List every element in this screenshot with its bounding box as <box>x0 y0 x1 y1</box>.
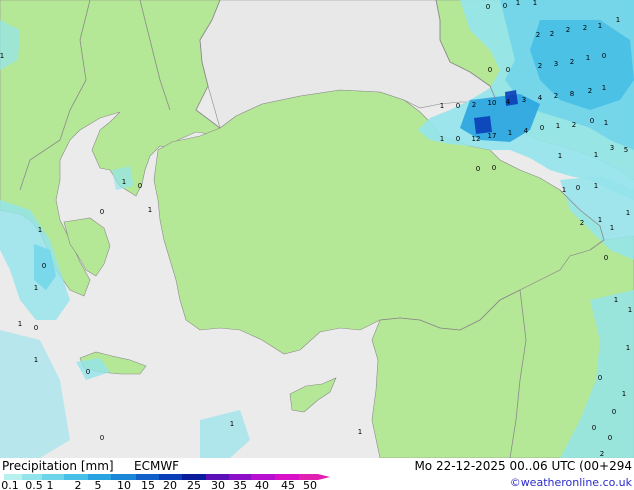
precip-value-label: 4 <box>538 94 543 102</box>
precip-value-label: 0 <box>604 254 608 262</box>
map-canvas: 0 0 1 12 2 2 2 112 3 2 1 00 01 0 2 10 4 3 4 2 8 2 11012 17 1 4 0 1 2… <box>0 0 634 490</box>
precip-value-label: 1 <box>602 84 606 92</box>
precip-value-label: 4 <box>524 127 529 135</box>
precip-value-label: 0 <box>488 66 492 74</box>
precip-value-label: 1 <box>558 152 562 160</box>
precip-value-label: 3 <box>522 96 526 104</box>
precip-value-label: 1 <box>614 296 618 304</box>
precip-value-label: 1 <box>516 0 520 7</box>
precip-value-label: 1 <box>34 284 38 292</box>
precip-value-label: 1 <box>230 420 234 428</box>
precip-value-label: 0 <box>100 208 104 216</box>
legend-tick-label: 40 <box>255 479 269 490</box>
precip-value-label: 1 <box>556 122 560 130</box>
legend-tick-label: 45 <box>281 479 295 490</box>
legend-tick-label: 50 <box>303 479 317 490</box>
precip-value-label: 2 <box>570 58 574 66</box>
precip-value-label: 1 <box>38 226 42 234</box>
precip-value-label: 1 <box>0 52 4 60</box>
precip-value-label: 0 <box>456 102 460 110</box>
precip-value-label: 0 <box>576 184 580 192</box>
precip-value-label: 1 <box>148 206 152 214</box>
precip-value-label: 2 <box>554 92 558 100</box>
precip-value-label: 0 <box>612 408 616 416</box>
precip-value-label: 1 <box>586 54 590 62</box>
legend-tick-label: 0.5 <box>25 479 43 490</box>
precip-value-label: 0 <box>598 374 602 382</box>
precip-value-label: 0 <box>602 52 606 60</box>
precip-value-label: 2 <box>566 26 570 34</box>
precip-value-label: 1 <box>34 356 38 364</box>
precip-value-label: 1 <box>18 320 22 328</box>
precip-value-label: 2 <box>600 450 604 458</box>
precip-value-label: 0 <box>540 124 544 132</box>
precip-value-label: 1 <box>508 129 512 137</box>
precip-value-label: 2 <box>538 62 542 70</box>
precip-value-label: 1 <box>616 16 620 24</box>
precip-value-label: 2 <box>536 31 540 39</box>
precip-value-label: 0 <box>592 424 596 432</box>
precip-value-label: 2 <box>572 121 576 129</box>
precip-value-label: 1 <box>594 151 598 159</box>
precip-value-label: 2 <box>550 30 554 38</box>
precip-value-label: 0 <box>503 2 507 10</box>
precip-value-label: 0 <box>86 368 90 376</box>
precip-value-label: 1 <box>598 22 602 30</box>
precip-value-label: 1 <box>562 186 566 194</box>
valid-time: Mo 22-12-2025 00..06 UTC (00+294 <box>414 459 632 473</box>
legend-tick-label: 15 <box>141 479 155 490</box>
precip-value-label: 1 <box>622 390 626 398</box>
precip-value-label: 0 <box>34 324 38 332</box>
precip-value-label: 17 <box>488 132 497 140</box>
precip-value-label: 1 <box>604 119 608 127</box>
precip-value-label: 0 <box>590 117 594 125</box>
precip-value-label: 2 <box>472 101 476 109</box>
precip-value-label: 5 <box>624 146 628 154</box>
weather-map: 0 0 1 1 2 2 2 2 1 1 2 3 2 1 0 0 0 1 0 2 10 4 3 4 2 8 2 1 1 0 12 17 1 4 0 1 2… <box>0 0 634 490</box>
precip-value-label: 12 <box>472 135 481 143</box>
legend-tick-label: 25 <box>187 479 201 490</box>
precip-value-label: 1 <box>626 209 630 217</box>
precip-value-label: 0 <box>608 434 612 442</box>
precip-value-label: 2 <box>580 219 584 227</box>
legend-tick-label: 0.1 <box>1 479 19 490</box>
precip-value-label: 1 <box>122 178 126 186</box>
precip-value-label: 0 <box>100 434 104 442</box>
precip-value-label: 3 <box>554 60 558 68</box>
legend-tick-label: 10 <box>117 479 131 490</box>
precip-value-label: 1 <box>594 182 598 190</box>
precip-value-label: 0 <box>456 135 460 143</box>
precip-value-label: 1 <box>440 135 444 143</box>
precip-value-label: 1 <box>628 306 632 314</box>
legend-tick-label: 20 <box>163 479 177 490</box>
legend-tick-label: 30 <box>211 479 225 490</box>
precip-value-label: 1 <box>610 224 614 232</box>
legend-tick-label: 35 <box>233 479 247 490</box>
precip-value-label: 1 <box>358 428 362 436</box>
precip-value-label: 1 <box>626 344 630 352</box>
precip-value-label: 0 <box>486 3 490 11</box>
precip-value-label: 10 <box>488 99 497 107</box>
precip-value-label: 2 <box>588 87 592 95</box>
precip-value-label: 8 <box>570 90 574 98</box>
precip-value-label: 1 <box>440 102 444 110</box>
product-label: Precipitation [mm] <box>2 459 114 473</box>
precip-value-label: 1 <box>533 0 537 7</box>
precip-value-label: 1 <box>598 216 602 224</box>
precip-value-label: 0 <box>42 262 46 270</box>
model-label: ECMWF <box>134 459 179 473</box>
precip-value-label: 0 <box>492 164 496 172</box>
legend-tick-label: 5 <box>95 479 102 490</box>
credit-text: ©weatheronline.co.uk <box>510 476 633 489</box>
precip-value-label: 0 <box>476 165 480 173</box>
precip-value-label: 4 <box>506 98 511 106</box>
precip-value-label: 2 <box>583 24 587 32</box>
legend-tick-label: 1 <box>47 479 54 490</box>
legend-tick-label: 2 <box>75 479 82 490</box>
precip-value-label: 0 <box>138 182 142 190</box>
precip-value-label: 3 <box>610 144 614 152</box>
precip-value-label: 0 <box>506 66 510 74</box>
